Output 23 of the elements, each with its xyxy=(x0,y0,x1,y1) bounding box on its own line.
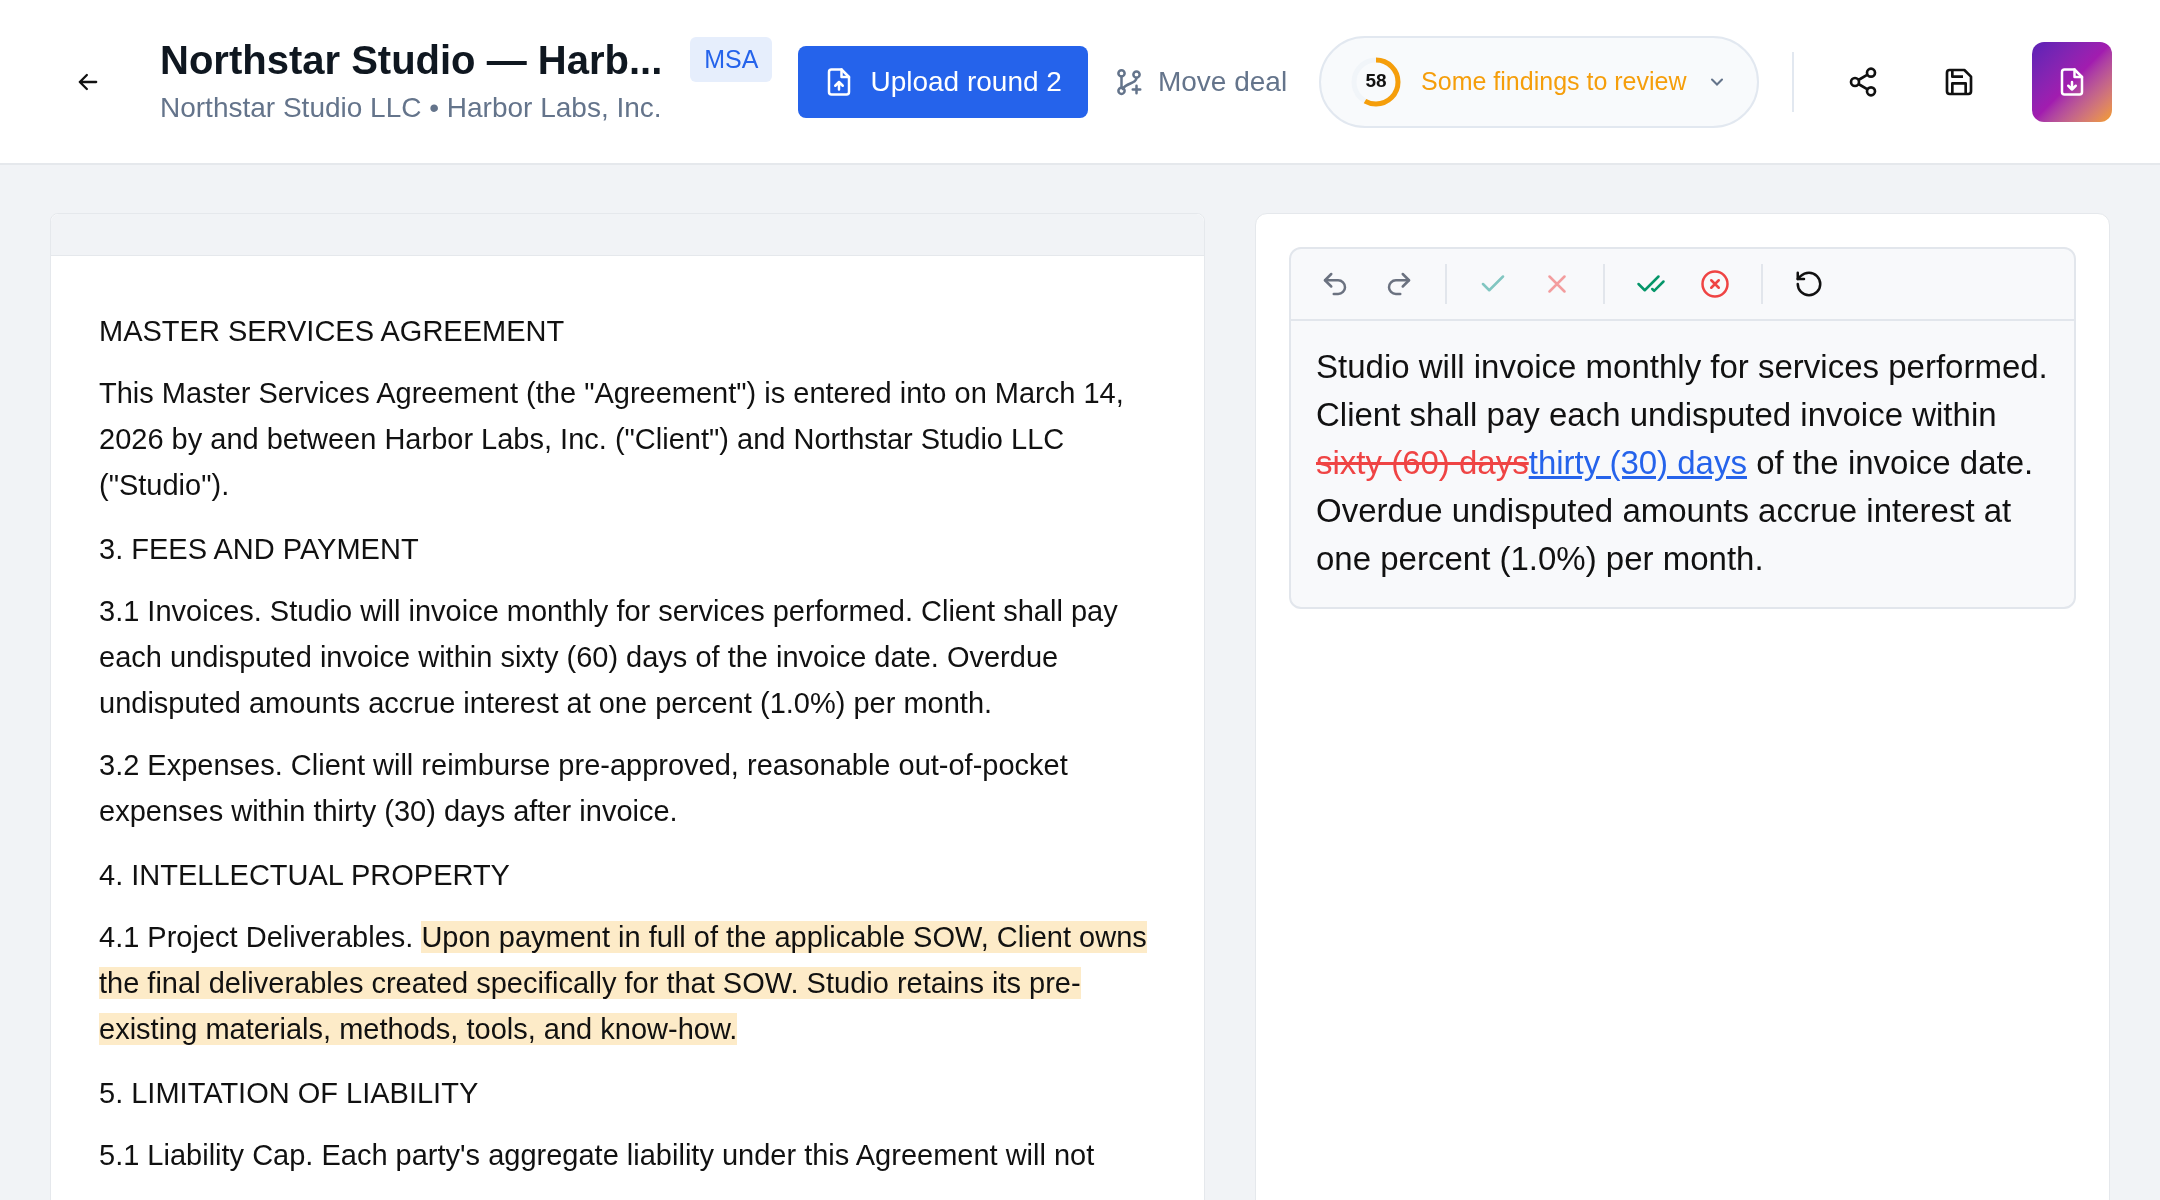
upload-button[interactable]: Upload round 2 xyxy=(798,45,1088,118)
share-icon xyxy=(1847,65,1879,98)
clause-paragraph: This Master Services Agreement (the "Agreement") is entered into on March 14, 2026 by and between Harbor Labs, Inc. ("Client") and Northstar Studio LLC ("Studio"). xyxy=(99,376,1125,503)
cross-circle-icon xyxy=(1700,269,1730,299)
section-heading: 3. FEES AND PAYMENT xyxy=(99,532,420,567)
section-heading: MASTER SERVICES AGREEMENT xyxy=(99,314,566,349)
reset-icon xyxy=(1794,269,1824,299)
clause-paragraph: 4.1 Project Deliverables. Upon payment in full of the applicable SOW, Client owns the final deliverables created specifically for that SOW. Studio retains its pre-existing materials, methods, tools, and know-how. xyxy=(99,920,1148,1047)
clause-paragraph: 3.1 Invoices. Studio will invoice monthly for services performed. Client shall pay each undisputed invoice within sixty (60) days of the invoice date. Overdue undisputed amounts accrue interest at one percent (1.0%) per month. xyxy=(99,594,1119,721)
score-gauge xyxy=(1351,56,1402,107)
score-value: 58 xyxy=(1365,69,1387,94)
clause-text: Studio will invoice monthly for services performed. Client shall pay each undisputed invoice within sixty (60) daysthirty (30) days of the invoice date. Overdue undisputed amounts accrue interest at one percent (1.0%) per month. xyxy=(1315,347,2049,579)
section-heading: 5. LIMITATION OF LIABILITY xyxy=(99,1076,480,1111)
contract-type-tag: MSA xyxy=(690,36,773,83)
move-deal-button[interactable]: Move deal xyxy=(1113,60,1288,103)
findings-label: Some findings to review xyxy=(1421,65,1687,97)
clause-paragraph: 3.2 Expenses. Client will reimburse pre-approved, reasonable out-of-pocket expenses within thirty (30) days after invoice. xyxy=(99,748,1069,829)
clause-paragraph: 5.1 Liability Cap. Each party's aggregate liability under this Agreement will not xyxy=(99,1138,1096,1173)
deal-title: Northstar Studio — Harb... xyxy=(160,36,663,84)
export-button[interactable] xyxy=(2032,41,2112,122)
findings-dropdown[interactable]: 58 Some findings to review xyxy=(1319,35,1759,128)
parties-subtitle: Northstar Studio LLC • Harbor Labs, Inc. xyxy=(160,90,663,125)
section-heading: 4. INTELLECTUAL PROPERTY xyxy=(99,858,511,893)
